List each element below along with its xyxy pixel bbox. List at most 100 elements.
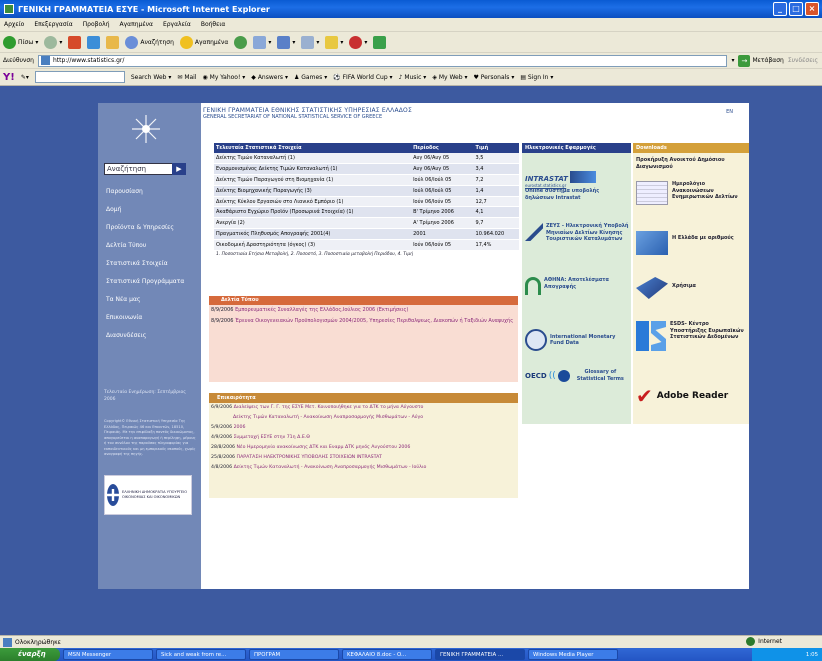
menu-help[interactable]: Βοήθεια	[200, 21, 227, 28]
table-row[interactable]: Πραγματικός Πληθυσμός Απογραφής 2001(4) 2…	[214, 228, 519, 240]
favorites-button[interactable]: Αγαπημένα	[179, 35, 228, 49]
nav-item-products[interactable]: Προϊόντα & Υπηρεσίες	[106, 219, 196, 237]
start-button[interactable]: έναρξη	[0, 648, 60, 661]
nav-item-contact[interactable]: Επικοινωνία	[106, 309, 196, 327]
home-icon	[106, 35, 120, 49]
yahoo-answers-button[interactable]: ◆ Answers ▾	[251, 74, 288, 81]
print-button[interactable]: ▾	[301, 35, 319, 49]
table-row[interactable]: Δείκτης Κύκλου Εργασιών στο Λιανικό Εμπό…	[214, 196, 519, 208]
yahoo-mail-button[interactable]: ✉ Mail	[177, 74, 196, 81]
yahoo-my-yahoo-button[interactable]: ◉ My Yahoo! ▾	[203, 74, 246, 81]
site-search-button[interactable]: ▶	[172, 163, 186, 175]
taskbar-item-word-doc[interactable]: ΚΕΦΑΛΑΙΟ 8.doc - O...	[342, 649, 432, 660]
table-row[interactable]: Εναρμονισμένος Δείκτης Τιμών Καταναλωτή …	[214, 163, 519, 176]
menu-file[interactable]: Αρχείο	[3, 21, 25, 28]
taskbar-item-song[interactable]: Sick and weak from re...	[156, 649, 246, 660]
table-row[interactable]: Οικοδομική Δραστηριότητα (όγκος) (3) Ιούν…	[214, 239, 519, 251]
table-row[interactable]: Δείκτης Τιμών Παραγωγού στη Βιομηχανία (…	[214, 174, 519, 186]
yahoo-games-button[interactable]: ♟ Games ▾	[294, 74, 327, 81]
list-item[interactable]: 25/8/2006 ΠΑΡΑΤΑΣΗ ΗΛΕΚΤΡΟΝΙΚΗΣ ΥΠΟΒΟΛΗΣ…	[209, 453, 518, 463]
research-button[interactable]	[373, 35, 387, 49]
messenger-button[interactable]: ▾	[349, 35, 367, 49]
yahoo-fifa-button[interactable]: ⚽ FIFA World Cup ▾	[333, 74, 392, 81]
list-item[interactable]: 4/9/2006 Συμμετοχή ΕΣΥΕ στην 71η Δ.Ε.Θ	[209, 433, 518, 443]
mail-button[interactable]: ▾	[277, 35, 295, 49]
page-done-icon	[3, 637, 12, 647]
folder-icon	[325, 35, 339, 49]
imf-seal-icon	[525, 329, 547, 351]
nav-item-statistics[interactable]: Στατιστικά Στοιχεία	[106, 255, 196, 273]
close-button[interactable]: ×	[805, 2, 819, 16]
tender-announcement-link[interactable]: Προκήρυξη Ανοικτού Δημόσιου Διαγωνισμού	[636, 157, 746, 170]
list-item[interactable]: 8/9/2006 Εμπορευματικές Συναλλαγές της Ε…	[209, 305, 518, 316]
yahoo-sign-in-button[interactable]: ▤ Sign In ▾	[520, 74, 553, 81]
table-row[interactable]: Ακαθάριστο Εγχώριο Προϊόν (Προσωρινά Στο…	[214, 206, 519, 219]
menu-view[interactable]: Προβολή	[82, 21, 111, 28]
messenger-icon	[349, 35, 363, 49]
list-item[interactable]: 28/8/2006 Νέο Ημερομηνία ανακοίνωσης ΔΤΚ…	[209, 443, 518, 453]
topical-title: Επικαιρότητα	[209, 393, 518, 403]
nav-item-programs[interactable]: Στατιστικά Προγράμματα	[106, 273, 196, 291]
yahoo-pencil-icon[interactable]: ✎▾	[21, 74, 29, 81]
yahoo-logo-icon[interactable]: Y!	[3, 72, 15, 83]
maximize-button[interactable]: □	[789, 2, 803, 16]
yahoo-my-web-button[interactable]: ◈ My Web ▾	[432, 74, 467, 81]
yahoo-music-button[interactable]: ♪ Music ▾	[399, 74, 427, 81]
adobe-reader-link[interactable]: ✔ Adobe Reader	[636, 385, 746, 407]
site-logo-icon[interactable]	[126, 113, 166, 145]
taskbar-item-program[interactable]: ΠΡΟΓΡΑΜ	[249, 649, 339, 660]
yahoo-search-web-button[interactable]: Search Web ▾	[131, 74, 172, 81]
list-item[interactable]: 8/9/2006 Έρευνα Οικογενειακών Προϋπολογι…	[209, 316, 518, 327]
history-icon	[253, 35, 267, 49]
yahoo-personals-button[interactable]: ♥ Personals ▾	[473, 74, 514, 81]
go-button[interactable]: → Μετάβαση	[738, 54, 784, 67]
media-icon	[234, 35, 248, 49]
menu-tools[interactable]: Εργαλεία	[162, 21, 192, 28]
table-row[interactable]: Δείκτης Βιομηχανικής Παραγωγής (3) Ιούλ 0…	[214, 185, 519, 197]
taskbar-item-media-player[interactable]: Windows Media Player	[528, 649, 618, 660]
imf-data-link[interactable]: International Monetary Fund Data	[525, 329, 629, 351]
refresh-button[interactable]	[87, 35, 101, 49]
useful-link[interactable]: Χρήσιμα	[636, 277, 746, 299]
minimize-button[interactable]: _	[773, 2, 787, 16]
greece-in-figures-link[interactable]: Η Ελλάδα με αριθμούς	[636, 231, 746, 255]
list-item[interactable]: 6/9/2006 Διαλείψεις των Γ. Γ. της ΕΣΥΕ Μ…	[209, 403, 518, 413]
edit-button[interactable]: ▾	[325, 35, 343, 49]
ministry-banner[interactable]: ΕΛΛΗΝΙΚΗ ΔΗΜΟΚΡΑΤΙΑ ΥΠΟΥΡΓΕΙΟ ΟΙΚΟΝΟΜΙΑΣ…	[104, 475, 192, 515]
yahoo-search-input[interactable]	[34, 71, 125, 83]
table-row[interactable]: Δείκτης Τιμών Καταναλωτή (1) Αυγ 06/Αυγ 0…	[214, 153, 519, 165]
table-row[interactable]: Ανεργία (2) Α' Τρίμηνο 2006 9,7	[214, 217, 519, 230]
nav-item-news[interactable]: Τα Νέα μας	[106, 291, 196, 309]
intrastat-link[interactable]: INTRASTAT eurostat.statistics.gr Online …	[525, 171, 629, 201]
menu-favorites[interactable]: Αγαπημένα	[119, 21, 154, 28]
search-button[interactable]: Αναζήτηση	[125, 35, 174, 49]
list-item[interactable]: Δείκτης Τιμών Καταναλωτή - Ανακοίνωση Αν…	[209, 413, 518, 423]
back-button[interactable]: Πίσω ▾	[3, 35, 38, 49]
nav-item-links[interactable]: Διασυνδέσεις	[106, 327, 196, 345]
language-switch-link[interactable]: EN	[726, 109, 733, 115]
esds-link[interactable]: ESDS- Κέντρο Υποστήριξης Ευρωπαϊκών Στατ…	[636, 321, 746, 351]
list-item[interactable]: 4/8/2006 Δείκτης Τιμών Καταναλωτή - Ανακ…	[209, 463, 518, 473]
forward-button[interactable]: ▾	[44, 35, 62, 49]
release-calendar-link[interactable]: Ημερολόγιο Ανακοινώσεων Ενημερωτικών Δελ…	[636, 181, 746, 205]
address-dropdown-icon[interactable]: ▾	[731, 57, 734, 64]
site-title-greek: ΓΕΝΙΚΗ ΓΡΑΜΜΑΤΕΙΑ ΕΘΝΙΚΗΣ ΣΤΑΤΙΣΤΙΚΗΣ ΥΠ…	[203, 107, 412, 114]
list-item[interactable]: 5/9/2006 2006	[209, 423, 518, 433]
nav-item-press-releases[interactable]: Δελτία Τύπου	[106, 237, 196, 255]
menu-edit[interactable]: Επεξεργασία	[33, 21, 73, 28]
address-input[interactable]: http://www.statistics.gr/	[37, 54, 728, 67]
nav-item-presentation[interactable]: Παρουσίαση	[106, 183, 196, 201]
taskbar-item-msn[interactable]: MSN Messenger	[63, 649, 153, 660]
athena-link[interactable]: ΑΘΗΝΑ: Αποτελέσματα Απογραφής	[525, 277, 629, 295]
nav-item-structure[interactable]: Δομή	[106, 201, 196, 219]
oecd-glossary-link[interactable]: OECD (( Glossary of Statistical Terms	[525, 369, 629, 382]
table-header-row: Τελευταία Στατιστικά Στοιχεία Περίοδος Τ…	[214, 143, 519, 153]
last-updated: Τελευταία Ενημέρωση: Σεπτέμβριος 2006	[104, 390, 186, 402]
taskbar-item-ie[interactable]: ΓΕΝΙΚΗ ΓΡΑΜΜΑΤΕΙΑ ...	[435, 649, 525, 660]
zeus-link[interactable]: ΖΕΥΣ - Ηλεκτρονική Υποβολή Μηνιαίων Δελτ…	[525, 223, 629, 243]
media-button[interactable]	[234, 35, 248, 49]
history-button[interactable]: ▾	[253, 35, 271, 49]
links-button[interactable]: Συνδέσεις	[788, 57, 822, 64]
home-button[interactable]	[106, 35, 120, 49]
stop-button[interactable]	[68, 35, 82, 49]
